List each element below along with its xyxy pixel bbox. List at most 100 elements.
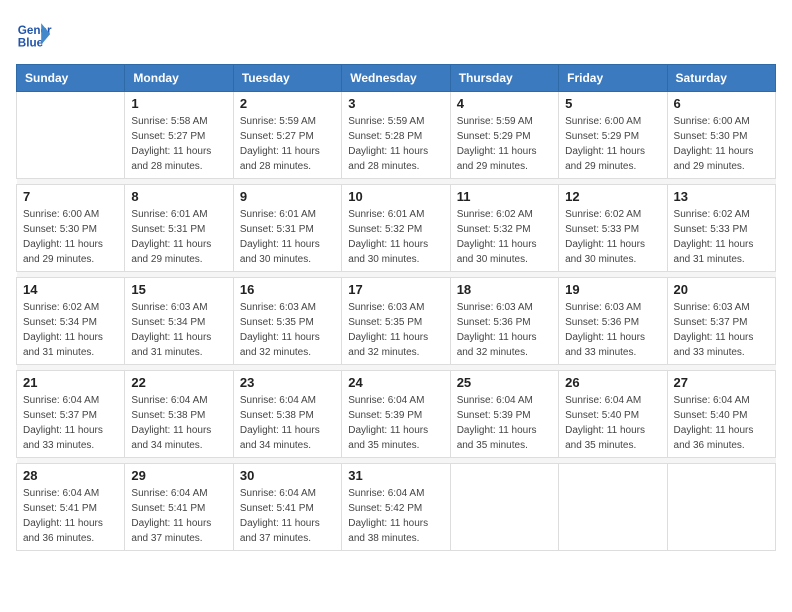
day-number: 7 — [23, 189, 118, 204]
day-number: 19 — [565, 282, 660, 297]
day-number: 3 — [348, 96, 443, 111]
day-number: 20 — [674, 282, 769, 297]
day-info: Sunrise: 6:04 AM Sunset: 5:41 PM Dayligh… — [23, 486, 118, 546]
day-number: 29 — [131, 468, 226, 483]
day-number: 14 — [23, 282, 118, 297]
day-info: Sunrise: 6:02 AM Sunset: 5:34 PM Dayligh… — [23, 300, 118, 360]
logo: General Blue — [16, 16, 52, 52]
calendar-cell: 7 Sunrise: 6:00 AM Sunset: 5:30 PM Daylig… — [17, 185, 125, 272]
calendar-cell: 13 Sunrise: 6:02 AM Sunset: 5:33 PM Dayli… — [667, 185, 775, 272]
day-number: 11 — [457, 189, 552, 204]
day-number: 25 — [457, 375, 552, 390]
calendar-week-row: 28 Sunrise: 6:04 AM Sunset: 5:41 PM Dayli… — [17, 464, 776, 551]
calendar-cell: 18 Sunrise: 6:03 AM Sunset: 5:36 PM Dayli… — [450, 278, 558, 365]
day-info: Sunrise: 6:04 AM Sunset: 5:37 PM Dayligh… — [23, 393, 118, 453]
calendar-cell: 14 Sunrise: 6:02 AM Sunset: 5:34 PM Dayli… — [17, 278, 125, 365]
weekday-header-tuesday: Tuesday — [233, 65, 341, 92]
day-number: 1 — [131, 96, 226, 111]
day-info: Sunrise: 6:03 AM Sunset: 5:35 PM Dayligh… — [240, 300, 335, 360]
day-number: 4 — [457, 96, 552, 111]
day-info: Sunrise: 5:58 AM Sunset: 5:27 PM Dayligh… — [131, 114, 226, 174]
day-info: Sunrise: 6:01 AM Sunset: 5:32 PM Dayligh… — [348, 207, 443, 267]
calendar-cell: 28 Sunrise: 6:04 AM Sunset: 5:41 PM Dayli… — [17, 464, 125, 551]
calendar-cell: 22Sunrise: 6:04 AM Sunset: 5:38 PM Dayli… — [125, 371, 233, 458]
day-number: 23 — [240, 375, 335, 390]
day-info: Sunrise: 6:00 AM Sunset: 5:30 PM Dayligh… — [23, 207, 118, 267]
day-number: 5 — [565, 96, 660, 111]
calendar-cell: 29 Sunrise: 6:04 AM Sunset: 5:41 PM Dayli… — [125, 464, 233, 551]
day-info: Sunrise: 6:04 AM Sunset: 5:42 PM Dayligh… — [348, 486, 443, 546]
svg-text:Blue: Blue — [18, 37, 44, 50]
calendar-cell: 9Sunrise: 6:01 AM Sunset: 5:31 PM Daylig… — [233, 185, 341, 272]
day-number: 22 — [131, 375, 226, 390]
day-number: 21 — [23, 375, 118, 390]
calendar-cell: 8Sunrise: 6:01 AM Sunset: 5:31 PM Daylig… — [125, 185, 233, 272]
day-number: 2 — [240, 96, 335, 111]
calendar-cell — [450, 464, 558, 551]
weekday-header-saturday: Saturday — [667, 65, 775, 92]
day-info: Sunrise: 6:04 AM Sunset: 5:38 PM Dayligh… — [240, 393, 335, 453]
calendar-cell: 12 Sunrise: 6:02 AM Sunset: 5:33 PM Dayli… — [559, 185, 667, 272]
day-info: Sunrise: 6:03 AM Sunset: 5:36 PM Dayligh… — [565, 300, 660, 360]
calendar-cell: 26 Sunrise: 6:04 AM Sunset: 5:40 PM Dayli… — [559, 371, 667, 458]
day-info: Sunrise: 6:01 AM Sunset: 5:31 PM Dayligh… — [131, 207, 226, 267]
weekday-header-thursday: Thursday — [450, 65, 558, 92]
day-number: 13 — [674, 189, 769, 204]
day-info: Sunrise: 6:02 AM Sunset: 5:32 PM Dayligh… — [457, 207, 552, 267]
calendar-cell: 10 Sunrise: 6:01 AM Sunset: 5:32 PM Dayli… — [342, 185, 450, 272]
day-number: 30 — [240, 468, 335, 483]
calendar-cell: 31Sunrise: 6:04 AM Sunset: 5:42 PM Dayli… — [342, 464, 450, 551]
day-number: 28 — [23, 468, 118, 483]
day-number: 15 — [131, 282, 226, 297]
day-info: Sunrise: 6:03 AM Sunset: 5:36 PM Dayligh… — [457, 300, 552, 360]
calendar-cell: 25 Sunrise: 6:04 AM Sunset: 5:39 PM Dayli… — [450, 371, 558, 458]
day-number: 10 — [348, 189, 443, 204]
calendar-week-row: 7 Sunrise: 6:00 AM Sunset: 5:30 PM Daylig… — [17, 185, 776, 272]
calendar-cell: 24 Sunrise: 6:04 AM Sunset: 5:39 PM Dayli… — [342, 371, 450, 458]
day-number: 17 — [348, 282, 443, 297]
day-info: Sunrise: 6:03 AM Sunset: 5:34 PM Dayligh… — [131, 300, 226, 360]
day-info: Sunrise: 6:04 AM Sunset: 5:39 PM Dayligh… — [348, 393, 443, 453]
day-info: Sunrise: 5:59 AM Sunset: 5:27 PM Dayligh… — [240, 114, 335, 174]
calendar-week-row: 1 Sunrise: 5:58 AM Sunset: 5:27 PM Daylig… — [17, 92, 776, 179]
day-number: 6 — [674, 96, 769, 111]
day-number: 27 — [674, 375, 769, 390]
weekday-header-wednesday: Wednesday — [342, 65, 450, 92]
calendar-table: SundayMondayTuesdayWednesdayThursdayFrid… — [16, 64, 776, 551]
calendar-cell: 1 Sunrise: 5:58 AM Sunset: 5:27 PM Daylig… — [125, 92, 233, 179]
day-info: Sunrise: 6:02 AM Sunset: 5:33 PM Dayligh… — [565, 207, 660, 267]
day-number: 24 — [348, 375, 443, 390]
day-info: Sunrise: 6:04 AM Sunset: 5:39 PM Dayligh… — [457, 393, 552, 453]
day-info: Sunrise: 6:00 AM Sunset: 5:30 PM Dayligh… — [674, 114, 769, 174]
day-number: 12 — [565, 189, 660, 204]
weekday-header-monday: Monday — [125, 65, 233, 92]
calendar-cell: 11 Sunrise: 6:02 AM Sunset: 5:32 PM Dayli… — [450, 185, 558, 272]
day-info: Sunrise: 6:00 AM Sunset: 5:29 PM Dayligh… — [565, 114, 660, 174]
day-info: Sunrise: 6:04 AM Sunset: 5:41 PM Dayligh… — [131, 486, 226, 546]
day-info: Sunrise: 6:04 AM Sunset: 5:40 PM Dayligh… — [674, 393, 769, 453]
logo-icon: General Blue — [16, 16, 52, 52]
day-number: 16 — [240, 282, 335, 297]
day-info: Sunrise: 6:03 AM Sunset: 5:35 PM Dayligh… — [348, 300, 443, 360]
weekday-header-sunday: Sunday — [17, 65, 125, 92]
calendar-cell — [559, 464, 667, 551]
calendar-cell: 30Sunrise: 6:04 AM Sunset: 5:41 PM Dayli… — [233, 464, 341, 551]
day-number: 26 — [565, 375, 660, 390]
day-info: Sunrise: 5:59 AM Sunset: 5:29 PM Dayligh… — [457, 114, 552, 174]
header: General Blue — [16, 16, 776, 52]
calendar-cell: 27 Sunrise: 6:04 AM Sunset: 5:40 PM Dayli… — [667, 371, 775, 458]
day-info: Sunrise: 6:01 AM Sunset: 5:31 PM Dayligh… — [240, 207, 335, 267]
calendar-cell: 20 Sunrise: 6:03 AM Sunset: 5:37 PM Dayli… — [667, 278, 775, 365]
calendar-cell: 6 Sunrise: 6:00 AM Sunset: 5:30 PM Daylig… — [667, 92, 775, 179]
day-number: 18 — [457, 282, 552, 297]
calendar-week-row: 14 Sunrise: 6:02 AM Sunset: 5:34 PM Dayli… — [17, 278, 776, 365]
calendar-cell — [667, 464, 775, 551]
day-info: Sunrise: 6:04 AM Sunset: 5:40 PM Dayligh… — [565, 393, 660, 453]
day-info: Sunrise: 5:59 AM Sunset: 5:28 PM Dayligh… — [348, 114, 443, 174]
calendar-cell: 16 Sunrise: 6:03 AM Sunset: 5:35 PM Dayli… — [233, 278, 341, 365]
calendar-cell: 5 Sunrise: 6:00 AM Sunset: 5:29 PM Daylig… — [559, 92, 667, 179]
day-info: Sunrise: 6:02 AM Sunset: 5:33 PM Dayligh… — [674, 207, 769, 267]
day-info: Sunrise: 6:03 AM Sunset: 5:37 PM Dayligh… — [674, 300, 769, 360]
calendar-cell: 15 Sunrise: 6:03 AM Sunset: 5:34 PM Dayli… — [125, 278, 233, 365]
calendar-cell: 3 Sunrise: 5:59 AM Sunset: 5:28 PM Daylig… — [342, 92, 450, 179]
